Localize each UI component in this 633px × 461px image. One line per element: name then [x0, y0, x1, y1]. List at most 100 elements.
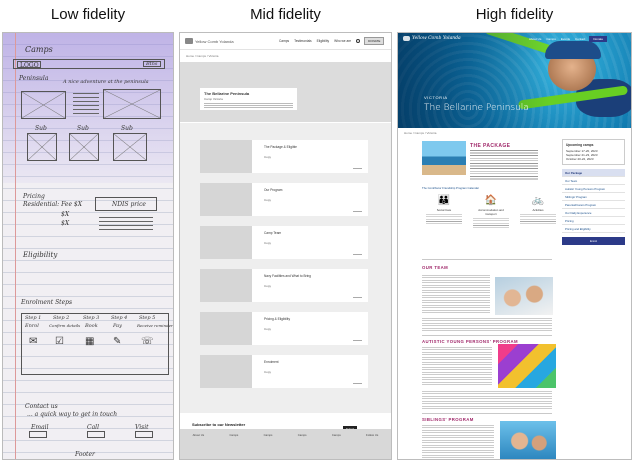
high-fidelity-header: High fidelity	[475, 6, 554, 23]
feature-icons: 👪 Social Care 🏠 Accommodation and transpor…	[426, 195, 556, 228]
mid-section-card[interactable]: Our Program Copy	[200, 183, 368, 216]
logo-icon	[185, 38, 193, 44]
sidebar-item-parental[interactable]: Parental/Carers Program	[562, 201, 625, 209]
team-photo	[495, 277, 553, 315]
hi-nav-contact[interactable]: Contact	[575, 37, 585, 41]
sidebar-item-pricing[interactable]: Pricing	[562, 217, 625, 225]
hi-logo[interactable]: Yellow Comb Yolanda	[403, 36, 493, 41]
sketch-heading: Peninsula	[19, 75, 49, 82]
search-icon[interactable]	[356, 39, 361, 43]
hi-hero-title: The Bellarine Peninsula	[424, 103, 529, 113]
mid-nav-who-we-are[interactable]: Who we are	[334, 39, 351, 43]
mid-fidelity-header: Mid fidelity	[250, 6, 321, 23]
mid-section-card[interactable]: Pricing & Eligibility Copy	[200, 312, 368, 345]
low-fidelity-sketch: Camps LOGO Btns Peninsula A nice adventu…	[2, 32, 174, 460]
mid-section-card[interactable]: The Package & Eligible Copy	[200, 140, 368, 173]
hi-breadcrumb[interactable]: Home / Camps / Victoria	[398, 128, 631, 138]
siblings-program-heading: SIBLINGS' PROGRAM	[422, 417, 474, 422]
sketch-contact-text: ... a quick way to get in touch	[27, 411, 118, 418]
hi-navbar: Yellow Comb Yolanda About Us Camps Event…	[398, 33, 631, 44]
hi-sidebar: Upcoming camps September 17-20, 2023 Sep…	[562, 139, 625, 245]
package-photo	[422, 141, 466, 175]
image-placeholder	[200, 312, 252, 345]
image-placeholder	[200, 269, 252, 302]
sidebar-item-daily[interactable]: Our Daily Experience	[562, 209, 625, 217]
bicycle-icon: 🚲	[531, 195, 545, 206]
sketch-eligibility: Eligibility	[23, 251, 58, 259]
footer-col[interactable]: Camps	[229, 433, 238, 437]
siblings-program-photo	[500, 421, 556, 459]
sketch-icon-placeholder	[113, 133, 147, 161]
mid-section-card[interactable]: Enrolment Copy	[200, 355, 368, 388]
footer-col[interactable]: About Us	[193, 433, 205, 437]
team-heading: OUR TEAM	[422, 265, 449, 270]
footer-col[interactable]: Follow Us	[366, 433, 378, 437]
sketch-icon-placeholder	[27, 133, 57, 161]
sketch-step-icon: ▦	[85, 336, 95, 347]
mid-hero-kicker: Camp Victoria	[204, 97, 223, 101]
sidebar-item-team[interactable]: Our Team	[562, 177, 625, 185]
sketch-logo-box: LOGO	[17, 61, 41, 69]
house-icon: 🏠	[484, 195, 498, 206]
package-heading: THE PACKAGE	[470, 143, 511, 149]
sidebar-item-autistic[interactable]: Autistic Young Persons Program	[562, 185, 625, 193]
sidebar-item-package[interactable]: Our Package	[562, 169, 625, 177]
sketch-footer: Footer	[75, 451, 95, 458]
mid-section-card[interactable]: Navy Facilities and What to Bring Copy	[200, 269, 368, 302]
sketch-call-button	[87, 431, 105, 438]
divider	[422, 259, 552, 260]
hi-nav-about[interactable]: About Us	[529, 37, 541, 41]
sketch-step-icon: ✎	[113, 336, 122, 347]
mid-donate-button[interactable]: DONATE	[364, 37, 385, 45]
sketch-tagline: A nice adventure at the peninsula	[63, 79, 149, 85]
sketch-button: Btns	[143, 61, 161, 67]
mid-navbar: Yellow Comb Yolanda Camps Testimonials E…	[180, 33, 391, 50]
image-placeholder	[200, 355, 252, 388]
package-text	[470, 150, 538, 180]
mid-hero: The Bellarine Peninsula Camp Victoria	[180, 62, 391, 122]
mid-footer: About Us Camps Camps Camps Camps Follow …	[180, 429, 391, 459]
footer-col[interactable]: Camps	[298, 433, 307, 437]
divider	[422, 413, 552, 414]
family-icon: 👪	[437, 195, 451, 206]
mid-nav-eligibility[interactable]: Eligibility	[317, 39, 329, 43]
feature-activities: 🚲 Activities	[520, 195, 556, 228]
hi-donate-button[interactable]: Donate	[589, 35, 608, 42]
low-fidelity-header: Low fidelity	[50, 6, 126, 23]
divider	[422, 335, 552, 336]
sketch-pricing: Pricing	[23, 193, 45, 200]
sketch-hero-image	[103, 89, 161, 119]
siblings-program-text	[422, 425, 494, 459]
image-placeholder	[200, 183, 252, 216]
sidebar-menu: Our Package Our Team Autistic Young Pers…	[562, 169, 625, 233]
upcoming-camps-box: Upcoming camps September 17-20, 2023 Sep…	[562, 139, 625, 165]
team-text	[422, 275, 490, 313]
hi-nav-camps[interactable]: Camps	[546, 37, 556, 41]
package-link[interactable]: The Contributor Friendship Program Calen…	[422, 186, 479, 190]
sidebar-item-eligibility[interactable]: Pricing and Eligibility	[562, 225, 625, 233]
sketch-step-icon: ☑	[55, 336, 64, 347]
sketch-email-button	[29, 431, 47, 438]
sidebar-item-siblings[interactable]: Siblings' Program	[562, 193, 625, 201]
sketch-contact-title: Contact us	[25, 403, 58, 410]
feature-social-care: 👪 Social Care	[426, 195, 462, 228]
mid-nav-testimonials[interactable]: Testimonials	[294, 39, 312, 43]
mid-content-area: The Package & Eligible Copy Our Program Co…	[180, 123, 391, 413]
mid-logo[interactable]: Yellow Comb Yolanda	[185, 38, 255, 44]
footer-col[interactable]: Camps	[332, 433, 341, 437]
sketch-steps-title: Enrolment Steps	[21, 299, 73, 306]
sketch-visit-button	[135, 431, 153, 438]
mid-section-card[interactable]: Camp Team Copy	[200, 226, 368, 259]
enrol-button[interactable]: Enrol	[562, 237, 625, 245]
mid-hero-title: The Bellarine Peninsula	[204, 91, 250, 96]
mid-nav-camps[interactable]: Camps	[279, 39, 289, 43]
image-placeholder	[200, 140, 252, 173]
footer-col[interactable]: Camps	[264, 433, 273, 437]
hi-hero: Yellow Comb Yolanda About Us Camps Event…	[398, 33, 631, 128]
autism-program-photo	[498, 344, 556, 388]
mid-fidelity-wireframe: Yellow Comb Yolanda Camps Testimonials E…	[179, 32, 392, 460]
hi-nav-events[interactable]: Events	[561, 37, 570, 41]
mid-breadcrumb[interactable]: Home / Camps / Victoria	[180, 50, 391, 62]
feature-accommodation: 🏠 Accommodation and transport	[473, 195, 509, 228]
image-placeholder	[200, 226, 252, 259]
